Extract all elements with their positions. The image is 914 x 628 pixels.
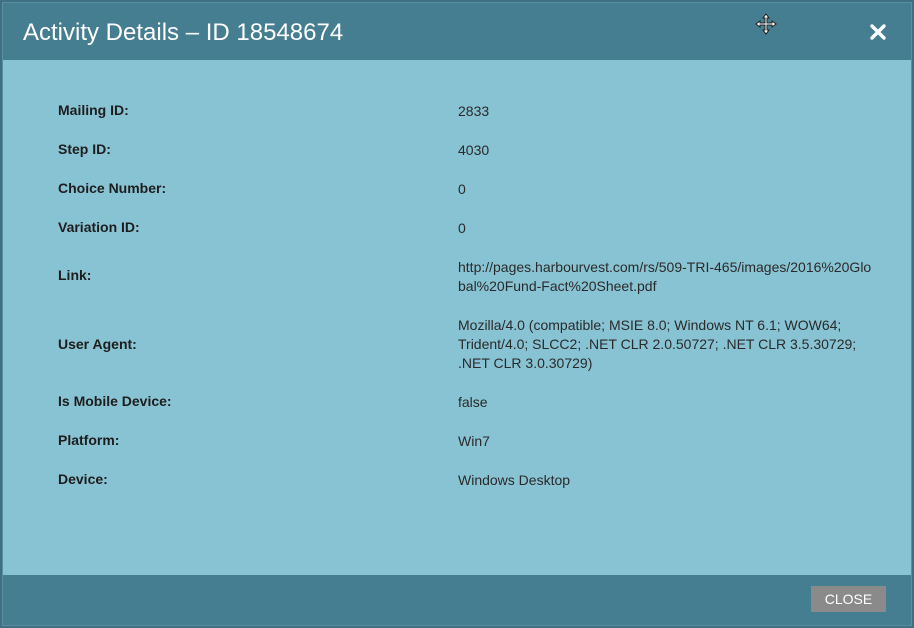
field-label: Platform: <box>58 432 120 448</box>
dialog-body: Mailing ID: 2833 Step ID: 4030 Choice Nu… <box>3 60 911 576</box>
field-label: Device: <box>58 471 108 487</box>
dialog-header[interactable]: Activity Details – ID 18548674 <box>3 3 911 60</box>
close-button[interactable]: CLOSE <box>811 586 886 612</box>
field-label: Is Mobile Device: <box>58 393 172 409</box>
dialog-title: Activity Details – ID 18548674 <box>23 19 344 46</box>
dialog-footer: CLOSE <box>3 575 911 625</box>
field-value: Mozilla/4.0 (compatible; MSIE 8.0; Windo… <box>458 317 861 371</box>
activity-details-dialog: Activity Details – ID 18548674 Mailing I… <box>2 2 912 626</box>
link-value[interactable]: http://pages.harbourvest.com/rs/509-TRI-… <box>458 258 878 296</box>
field-label: Choice Number: <box>58 180 167 196</box>
field-label: Variation ID: <box>58 219 140 235</box>
field-label: Mailing ID: <box>58 102 129 118</box>
field-value: 2833 <box>458 103 490 119</box>
field-label: User Agent: <box>58 336 137 352</box>
field-label: Step ID: <box>58 141 111 157</box>
field-value: 0 <box>458 220 466 236</box>
move-icon[interactable] <box>755 13 777 35</box>
close-icon[interactable] <box>869 23 887 41</box>
field-value: Windows Desktop <box>458 472 571 488</box>
field-value: 4030 <box>458 142 490 158</box>
field-value: false <box>458 394 488 410</box>
field-value: 0 <box>458 181 466 197</box>
field-value: Win7 <box>458 433 490 449</box>
field-label: Link: <box>58 267 92 283</box>
